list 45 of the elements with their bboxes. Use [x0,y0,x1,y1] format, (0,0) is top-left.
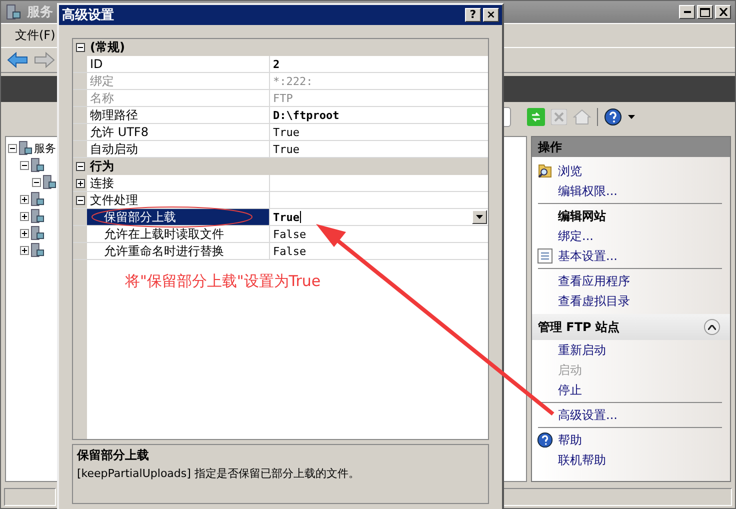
description-title: 保留部分上载 [77,447,150,464]
property-name[interactable]: 保留部分上载 [87,209,270,225]
property-name[interactable]: 文件处理 [87,192,270,208]
panel-header: 操作 [532,137,730,157]
tree-item[interactable]: 服务 [34,140,56,156]
property-name[interactable]: 物理路径 [87,107,270,123]
category-heading: 行为 [88,158,114,175]
property-value: 2 [273,58,280,70]
action-link[interactable]: 重新启动 [558,342,606,358]
action-link[interactable]: 绑定... [558,228,594,244]
property-value: D:\ftproot [273,108,340,122]
property-value: True [273,126,300,138]
property-value: True [273,142,300,156]
action-link[interactable]: 查看虚拟目录 [558,292,630,310]
property-name[interactable]: 连接 [87,175,270,191]
close-button[interactable]: × [483,8,499,22]
property-value: False [273,244,306,258]
property-name[interactable]: 允许 UTF8 [87,124,270,140]
annotation-text: 将"保留部分上载"设置为True [125,272,321,291]
help-button[interactable]: ? [465,8,481,22]
category-heading: (常规) [89,39,125,56]
action-link[interactable]: 停止 [558,382,582,398]
property-value: FTP [273,92,293,104]
action-link[interactable]: 编辑权限... [558,182,618,200]
action-link[interactable]: 联机帮助 [558,452,606,468]
property-name[interactable]: 绑定 [87,73,270,89]
property-value: *:222: [273,74,313,88]
action-link[interactable]: 高级设置... [558,406,618,424]
description-text: [keepPartialUploads] 指定是否保留已部分上载的文件。 [77,466,360,481]
section-heading: 编辑网站 [556,208,607,225]
menu-item[interactable]: 文件(F) [11,27,60,44]
window-title: 服务 [27,4,53,21]
action-link[interactable]: 查看应用程序 [558,272,630,290]
property-name[interactable]: 名称 [87,90,270,106]
section-heading: 管理 FTP 站点 [538,318,620,336]
property-name[interactable]: ID [87,56,270,72]
value-field[interactable]: True [273,210,300,224]
property-name[interactable]: 自动启动 [87,141,270,157]
dialog-title: 高级设置 [62,6,114,24]
action-link[interactable]: 浏览 [558,162,582,180]
action-link[interactable]: 基本设置... [558,248,618,264]
property-name[interactable]: 允许在上载时读取文件 [87,226,270,242]
action-link[interactable]: 帮助 [558,432,582,448]
property-name[interactable]: 允许重命名时进行替换 [87,243,270,259]
property-value: False [273,228,306,240]
